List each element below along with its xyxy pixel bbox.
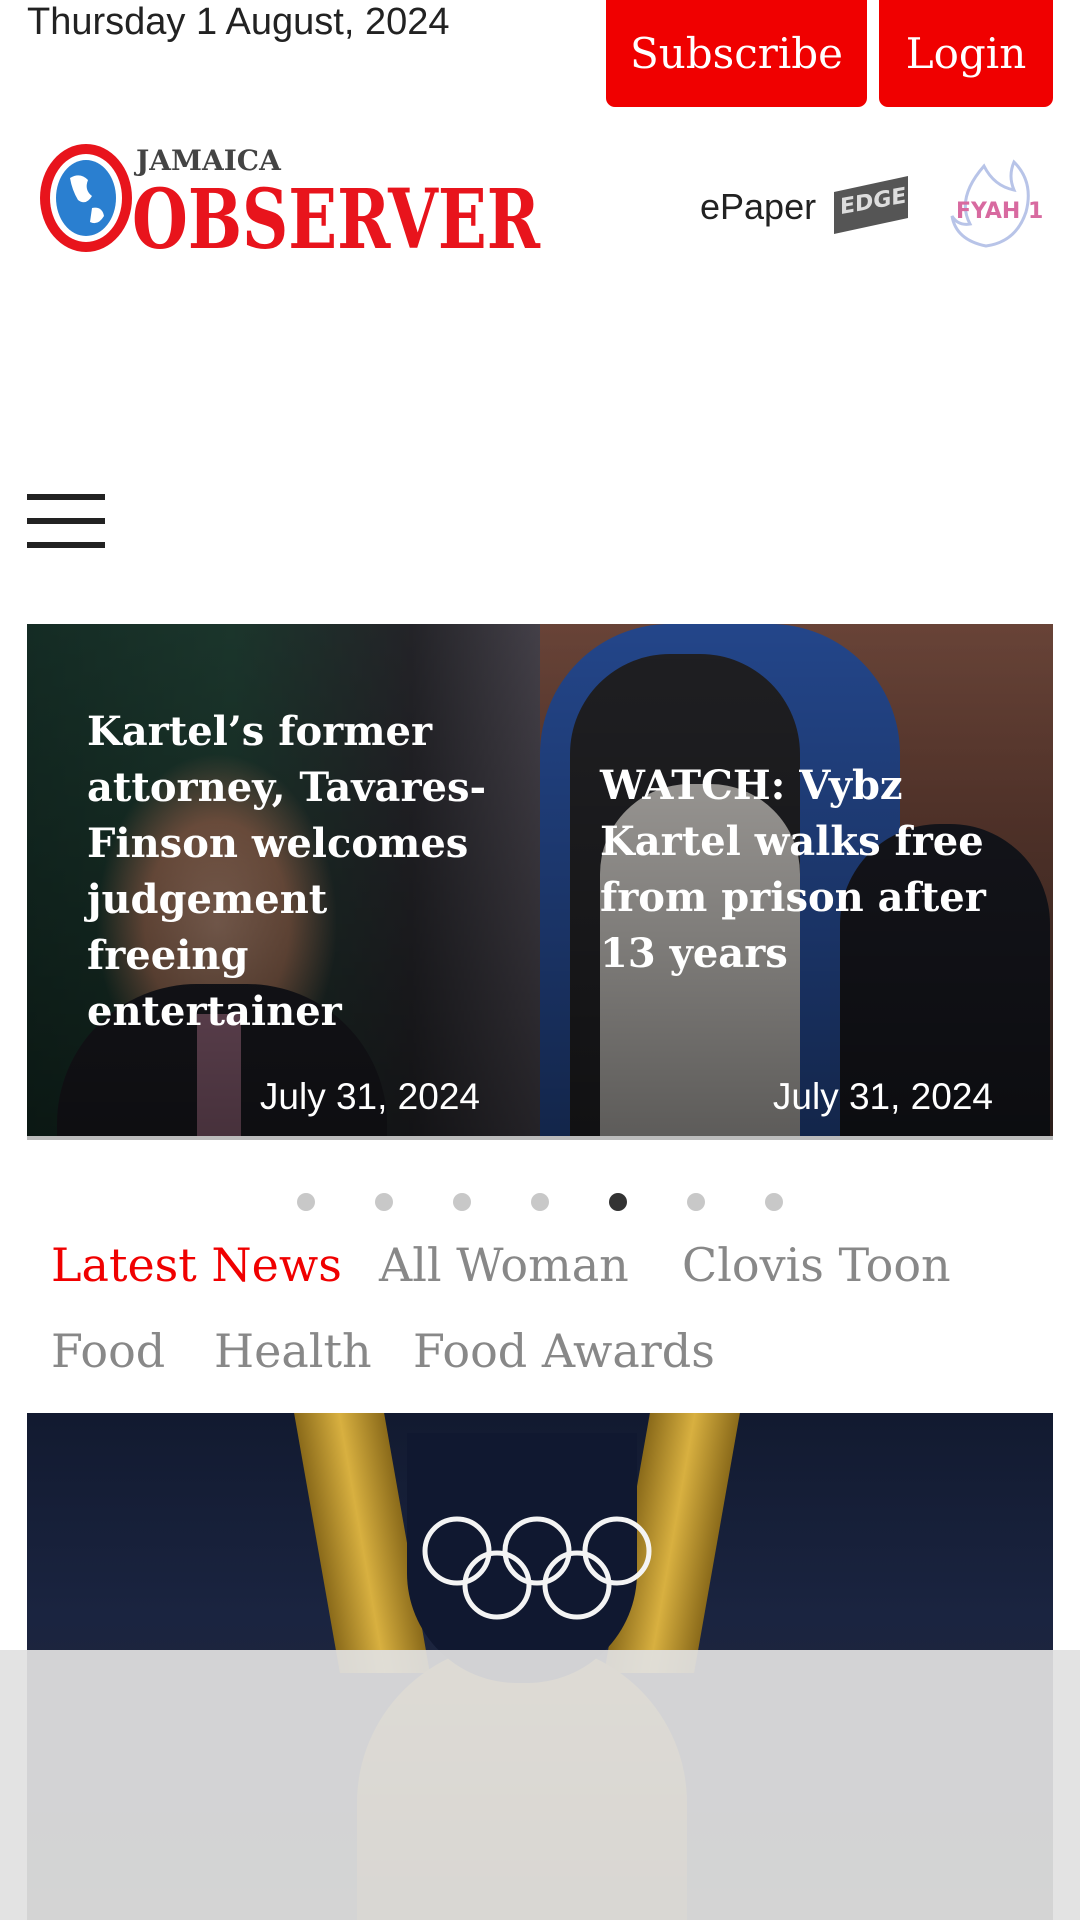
olympic-rings-icon	[422, 1516, 652, 1620]
carousel-pagination	[0, 1193, 1080, 1213]
edge-radio-logo[interactable]: EDGE 105	[830, 172, 912, 236]
tab-latest-news[interactable]: Latest News	[51, 1238, 342, 1292]
fyah-radio-logo[interactable]: FYAH 105	[944, 156, 1044, 252]
current-date: Thursday 1 August, 2024	[27, 1, 450, 43]
epaper-link[interactable]: ePaper	[700, 186, 816, 228]
slide-date: July 31, 2024	[772, 1076, 993, 1117]
slide-title[interactable]: WATCH: Vybz Kartel walks free from priso…	[600, 758, 1013, 982]
carousel-dot[interactable]	[765, 1193, 783, 1211]
carousel-dot[interactable]	[531, 1193, 549, 1211]
menu-icon[interactable]	[27, 494, 107, 550]
ad-placeholder	[0, 1650, 1080, 1920]
tab-all-woman[interactable]: All Woman	[379, 1238, 629, 1292]
carousel-dot[interactable]	[375, 1193, 393, 1211]
news-carousel: Kartel’s former attorney, Tavares-Finson…	[27, 624, 1053, 1138]
carousel-dot-active[interactable]	[609, 1193, 627, 1211]
fyah-logo-text: FYAH 105	[956, 199, 1044, 224]
tab-food-awards[interactable]: Food Awards	[413, 1324, 715, 1378]
logo-big-text: OBSERVER	[132, 172, 541, 258]
globe-icon	[40, 144, 132, 252]
jamaica-observer-logo[interactable]: JAMAICA OBSERVER	[36, 138, 546, 258]
carousel-slide[interactable]: WATCH: Vybz Kartel walks free from priso…	[540, 624, 1053, 1138]
carousel-divider	[27, 1136, 1053, 1140]
tab-clovis-toon[interactable]: Clovis Toon	[682, 1238, 951, 1292]
carousel-dot[interactable]	[297, 1193, 315, 1211]
carousel-dot[interactable]	[453, 1193, 471, 1211]
slide-date: July 31, 2024	[259, 1076, 480, 1117]
tab-food[interactable]: Food	[51, 1324, 165, 1378]
slide-title[interactable]: Kartel’s former attorney, Tavares-Finson…	[87, 704, 500, 1040]
carousel-slide[interactable]: Kartel’s former attorney, Tavares-Finson…	[27, 624, 540, 1138]
carousel-dot[interactable]	[687, 1193, 705, 1211]
login-button[interactable]: Login	[879, 0, 1053, 107]
tab-health[interactable]: Health	[214, 1324, 372, 1378]
subscribe-button[interactable]: Subscribe	[606, 0, 867, 107]
